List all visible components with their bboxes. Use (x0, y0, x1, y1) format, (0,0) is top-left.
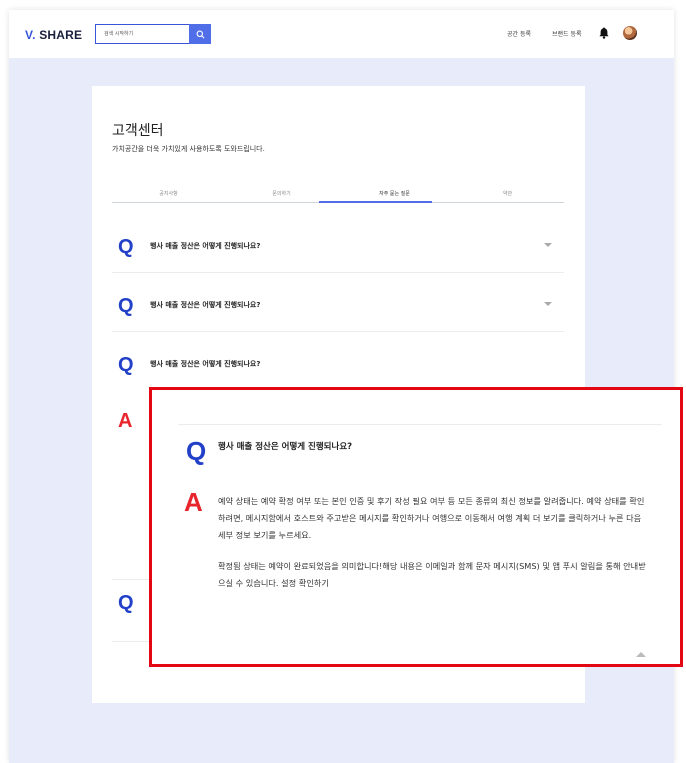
answer-paragraph: 확정됨 상태는 예약이 완료되었음을 의미합니다!해당 내용은 이메일과 함께 … (218, 561, 646, 588)
logo[interactable]: V. SHARE (25, 28, 82, 42)
answer-paragraph: 예약 상태는 예약 확정 여부 또는 본인 인증 및 후기 작성 필요 여부 등… (218, 496, 645, 540)
search-button[interactable] (189, 24, 211, 44)
logo-prefix: V. (25, 28, 36, 42)
bell-icon[interactable] (599, 27, 609, 39)
expanded-question: 행사 매출 정산은 어떻게 진행되나요? (218, 442, 353, 452)
top-header: V. SHARE 검색 시작하기 공간 등록 브랜드 등록 (9, 10, 674, 58)
tab-inquiry[interactable]: 문의하기 (225, 190, 338, 197)
nav-register-brand[interactable]: 브랜드 등록 (552, 29, 582, 38)
q-marker: Q (118, 236, 134, 258)
tab-terms[interactable]: 약관 (451, 190, 564, 197)
logo-text: SHARE (39, 28, 83, 42)
chevron-up-icon[interactable] (636, 652, 646, 657)
chevron-down-icon[interactable] (544, 302, 552, 306)
faq-item[interactable]: Q 행사 매출 정산은 어떻게 진행되나요? (112, 274, 564, 332)
q-marker: Q (118, 592, 134, 614)
search-input[interactable]: 검색 시작하기 (104, 30, 133, 37)
divider (178, 424, 662, 425)
faq-question: 행사 매출 정산은 어떻게 진행되나요? (150, 242, 261, 250)
active-tab-indicator (319, 201, 432, 203)
tab-faq[interactable]: 자주 묻는 질문 (338, 190, 451, 197)
search-icon (196, 30, 204, 38)
faq-item[interactable]: Q 행사 매출 정산은 어떻게 진행되나요? (112, 215, 564, 273)
page-title: 고객센터 (112, 123, 164, 139)
chevron-down-icon[interactable] (544, 243, 552, 247)
expanded-answer-callout: Q 행사 매출 정산은 어떻게 진행되나요? A 예약 상태는 예약 확정 여부… (149, 387, 683, 667)
page-root: V. SHARE 검색 시작하기 공간 등록 브랜드 등록 고객센터 가치공간을… (0, 0, 686, 763)
q-marker: Q (186, 436, 207, 466)
a-marker: A (118, 410, 133, 432)
q-marker: Q (118, 295, 134, 317)
q-marker: Q (118, 354, 134, 376)
nav-register-space[interactable]: 공간 등록 (507, 29, 531, 38)
page-subtitle: 가치공간을 더욱 가치있게 사용하도록 도와드립니다. (112, 145, 265, 153)
faq-question: 행사 매출 정산은 어떻게 진행되나요? (150, 301, 261, 309)
search-bar: 검색 시작하기 (95, 24, 211, 44)
a-marker: A (184, 487, 203, 517)
avatar[interactable] (623, 26, 637, 40)
tab-notice[interactable]: 공지사항 (112, 190, 225, 197)
answer-body: 예약 상태는 예약 확정 여부 또는 본인 인증 및 후기 작성 필요 여부 등… (218, 493, 648, 592)
faq-question: 행사 매출 정산은 어떻게 진행되나요? (150, 360, 261, 368)
faq-item-expanded[interactable]: Q 행사 매출 정산은 어떻게 진행되나요? (112, 333, 564, 391)
